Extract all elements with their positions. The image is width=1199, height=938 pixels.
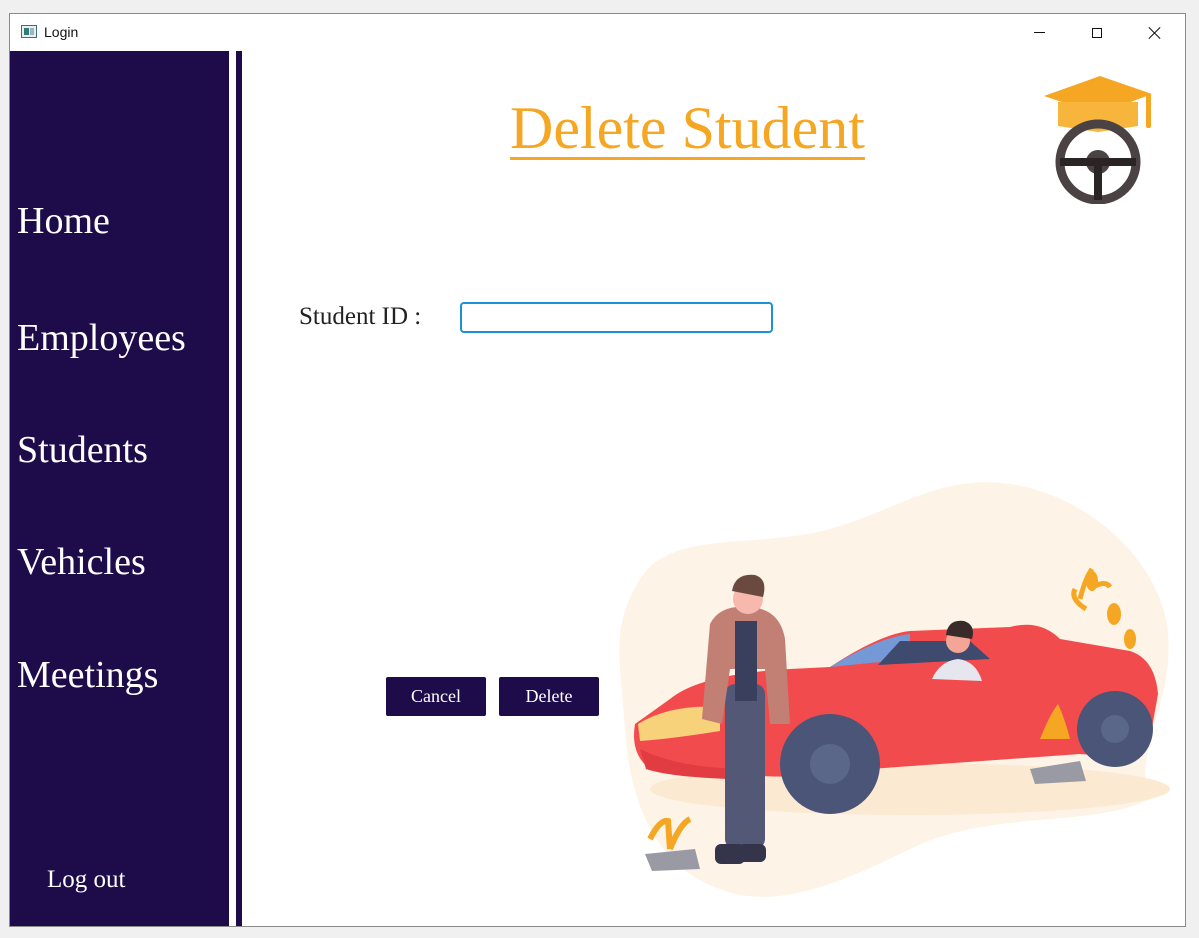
maximize-icon (1092, 27, 1102, 38)
sidebar-item-vehicles[interactable]: Vehicles (17, 540, 146, 584)
sidebar-item-students[interactable]: Students (17, 428, 148, 472)
app-window: Login Home Employees Students Vehicles M… (9, 13, 1186, 927)
close-button[interactable] (1126, 14, 1184, 51)
logout-button[interactable]: Log out (47, 866, 125, 894)
graduation-cap-steering-wheel-logo (1044, 76, 1152, 204)
student-id-input[interactable] (460, 302, 773, 333)
page-title: Delete Student (510, 95, 865, 161)
title-bar: Login (10, 14, 1185, 51)
student-id-label: Student ID : (299, 303, 422, 330)
minimize-button[interactable] (1010, 14, 1068, 51)
delete-button[interactable]: Delete (499, 677, 599, 716)
sidebar-item-employees[interactable]: Employees (17, 316, 186, 360)
maximize-button[interactable] (1068, 14, 1126, 51)
app-icon (21, 25, 37, 38)
cancel-button[interactable]: Cancel (386, 677, 486, 716)
sidebar-divider (236, 51, 242, 926)
close-icon (1149, 27, 1161, 39)
sidebar-item-home[interactable]: Home (17, 199, 110, 243)
person-car-illustration (619, 482, 1170, 897)
sidebar-item-meetings[interactable]: Meetings (17, 653, 158, 697)
window-title: Login (44, 24, 79, 40)
sidebar: Home Employees Students Vehicles Meeting… (10, 51, 229, 926)
minimize-icon (1033, 32, 1045, 33)
